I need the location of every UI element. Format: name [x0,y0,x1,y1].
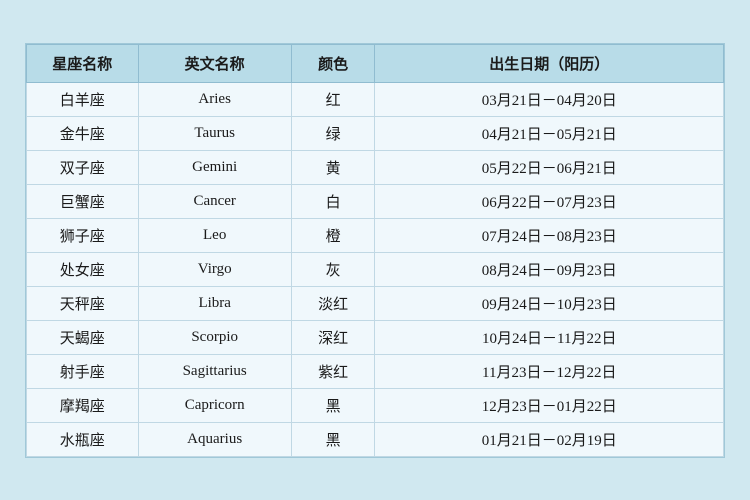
cell-english: Aries [138,82,291,116]
cell-date: 03月21日－04月20日 [375,82,724,116]
cell-chinese: 巨蟹座 [27,184,139,218]
cell-english: Sagittarius [138,354,291,388]
table-row: 射手座Sagittarius紫红11月23日－12月22日 [27,354,724,388]
cell-color: 灰 [291,252,375,286]
table-row: 金牛座Taurus绿04月21日－05月21日 [27,116,724,150]
cell-english: Leo [138,218,291,252]
table-row: 巨蟹座Cancer白06月22日－07月23日 [27,184,724,218]
cell-color: 绿 [291,116,375,150]
cell-english: Gemini [138,150,291,184]
cell-date: 07月24日－08月23日 [375,218,724,252]
cell-date: 12月23日－01月22日 [375,388,724,422]
cell-chinese: 狮子座 [27,218,139,252]
cell-color: 白 [291,184,375,218]
table-row: 天秤座Libra淡红09月24日－10月23日 [27,286,724,320]
zodiac-table: 星座名称 英文名称 颜色 出生日期（阳历） 白羊座Aries红03月21日－04… [26,44,724,457]
cell-english: Scorpio [138,320,291,354]
zodiac-table-container: 星座名称 英文名称 颜色 出生日期（阳历） 白羊座Aries红03月21日－04… [25,43,725,458]
cell-color: 黑 [291,388,375,422]
cell-english: Virgo [138,252,291,286]
cell-color: 淡红 [291,286,375,320]
table-row: 处女座Virgo灰08月24日－09月23日 [27,252,724,286]
cell-chinese: 白羊座 [27,82,139,116]
cell-date: 06月22日－07月23日 [375,184,724,218]
cell-chinese: 天秤座 [27,286,139,320]
table-row: 天蝎座Scorpio深红10月24日－11月22日 [27,320,724,354]
cell-english: Aquarius [138,422,291,456]
cell-chinese: 天蝎座 [27,320,139,354]
cell-chinese: 处女座 [27,252,139,286]
table-row: 狮子座Leo橙07月24日－08月23日 [27,218,724,252]
table-header-row: 星座名称 英文名称 颜色 出生日期（阳历） [27,44,724,82]
cell-color: 橙 [291,218,375,252]
table-row: 白羊座Aries红03月21日－04月20日 [27,82,724,116]
cell-color: 红 [291,82,375,116]
cell-english: Taurus [138,116,291,150]
cell-date: 01月21日－02月19日 [375,422,724,456]
cell-date: 05月22日－06月21日 [375,150,724,184]
header-date: 出生日期（阳历） [375,44,724,82]
cell-english: Libra [138,286,291,320]
cell-chinese: 双子座 [27,150,139,184]
cell-color: 黄 [291,150,375,184]
cell-date: 04月21日－05月21日 [375,116,724,150]
cell-date: 10月24日－11月22日 [375,320,724,354]
cell-color: 黑 [291,422,375,456]
cell-english: Cancer [138,184,291,218]
cell-chinese: 水瓶座 [27,422,139,456]
header-chinese: 星座名称 [27,44,139,82]
header-english: 英文名称 [138,44,291,82]
cell-date: 11月23日－12月22日 [375,354,724,388]
table-row: 双子座Gemini黄05月22日－06月21日 [27,150,724,184]
cell-color: 紫红 [291,354,375,388]
cell-english: Capricorn [138,388,291,422]
cell-date: 09月24日－10月23日 [375,286,724,320]
cell-chinese: 摩羯座 [27,388,139,422]
header-color: 颜色 [291,44,375,82]
table-row: 摩羯座Capricorn黑12月23日－01月22日 [27,388,724,422]
table-row: 水瓶座Aquarius黑01月21日－02月19日 [27,422,724,456]
cell-chinese: 金牛座 [27,116,139,150]
cell-date: 08月24日－09月23日 [375,252,724,286]
cell-color: 深红 [291,320,375,354]
cell-chinese: 射手座 [27,354,139,388]
